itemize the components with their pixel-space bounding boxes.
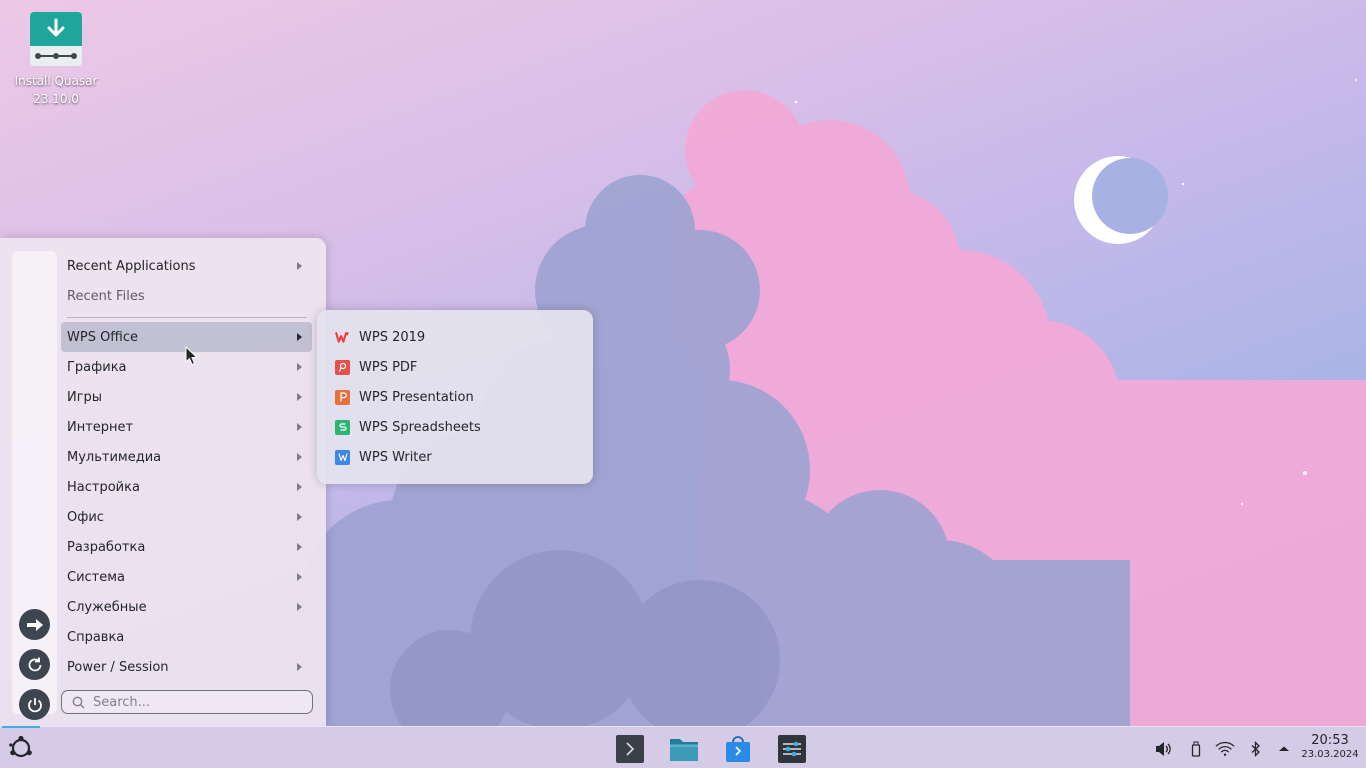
usb-icon (1191, 741, 1201, 757)
tray-expand-icon (1279, 746, 1289, 751)
menu-item-label: Служебные (67, 599, 147, 615)
menu-item-label: Разработка (67, 539, 146, 555)
submenu-item-wps-presentation[interactable]: WPS Presentation (329, 382, 583, 412)
usb-device-button[interactable] (1186, 739, 1206, 759)
search-box[interactable] (61, 690, 313, 714)
volume-button[interactable] (1154, 739, 1174, 759)
submenu-item-label: WPS 2019 (359, 329, 426, 345)
chevron-right-icon (297, 262, 302, 270)
submenu-item-label: WPS Spreadsheets (359, 419, 481, 435)
restart-icon (28, 657, 41, 671)
menu-item-system[interactable]: Система (61, 562, 312, 592)
menu-item-games[interactable]: Игры (61, 382, 312, 412)
desktop-icon-label: Install Quasar 23.10.0 (14, 74, 98, 106)
bluetooth-icon (1251, 741, 1260, 757)
shutdown-button[interactable] (19, 689, 50, 720)
clock-date: 23.03.2024 (1301, 749, 1359, 760)
search-icon (72, 696, 85, 708)
logout-arrow-icon (26, 618, 43, 631)
menu-item-development[interactable]: Разработка (61, 532, 312, 562)
chevron-right-icon (297, 663, 302, 671)
taskbar: 20:53 23.03.2024 (0, 726, 1366, 768)
file-manager-button[interactable] (669, 734, 699, 764)
submenu-item-wps-2019[interactable]: WPS 2019 (329, 322, 583, 352)
submenu-item-label: WPS Writer (359, 449, 432, 465)
menu-item-internet[interactable]: Интернет (61, 412, 312, 442)
menu-item-power-session[interactable]: Power / Session (61, 652, 312, 682)
wps-presentation-icon (335, 389, 350, 405)
application-launcher-button[interactable] (0, 726, 42, 768)
wps-pdf-icon (335, 359, 350, 375)
terminal-icon (616, 735, 644, 763)
search-input[interactable] (93, 694, 293, 710)
menu-item-label: Recent Files (67, 288, 145, 304)
bluetooth-button[interactable] (1246, 739, 1266, 759)
submenu-item-wps-spreadsheets[interactable]: WPS Spreadsheets (329, 412, 583, 442)
menu-item-label: Игры (67, 389, 103, 405)
menu-item-label: Офис (67, 509, 104, 525)
submenu-item-wps-writer[interactable]: WPS Writer (329, 442, 583, 472)
mouse-cursor-icon (185, 345, 199, 370)
chevron-right-icon (297, 423, 302, 431)
submenu-item-label: WPS Presentation (359, 389, 474, 405)
launcher-logo-icon (9, 735, 32, 758)
wps-office-submenu: WPS 2019 WPS PDF WPS Presentation WPS Sp… (317, 310, 593, 484)
wifi-button[interactable] (1215, 739, 1235, 759)
application-menu: Recent Applications Recent Files WPS Off… (0, 238, 326, 726)
menu-item-multimedia[interactable]: Мультимедиа (61, 442, 312, 472)
chevron-right-icon (297, 363, 302, 371)
clock-time: 20:53 (1311, 733, 1349, 748)
volume-icon (1156, 742, 1171, 756)
menu-item-label: Система (67, 569, 126, 585)
menu-item-label: Настройка (67, 479, 140, 495)
chevron-right-icon (297, 393, 302, 401)
menu-item-label: Интернет (67, 419, 134, 435)
wps-writer-icon (335, 449, 350, 465)
menu-item-recent-applications[interactable]: Recent Applications (61, 251, 312, 281)
wps-office-icon (335, 330, 350, 345)
menu-item-label: Power / Session (67, 659, 169, 675)
submenu-item-wps-pdf[interactable]: WPS PDF (329, 352, 583, 382)
settings-icon (778, 735, 806, 763)
menu-item-help[interactable]: Справка (61, 622, 312, 652)
menu-item-label: Справка (67, 629, 125, 645)
wps-spreadsheets-icon (335, 419, 350, 435)
chevron-right-icon (297, 483, 302, 491)
wifi-icon (1215, 741, 1235, 756)
chevron-right-icon (297, 603, 302, 611)
clock[interactable]: 20:53 23.03.2024 (1300, 733, 1360, 761)
menu-item-label: Мультимедиа (67, 449, 162, 465)
chevron-right-icon (297, 513, 302, 521)
submenu-item-label: WPS PDF (359, 359, 418, 375)
menu-separator (67, 317, 307, 318)
menu-item-office[interactable]: Офис (61, 502, 312, 532)
file-manager-icon (670, 739, 698, 761)
chevron-right-icon (297, 573, 302, 581)
download-installer-icon (28, 10, 84, 68)
restart-button[interactable] (19, 649, 50, 680)
menu-item-recent-files[interactable]: Recent Files (61, 281, 312, 311)
desktop-icon-install[interactable]: Install Quasar 23.10.0 (8, 10, 104, 108)
power-icon (27, 697, 42, 712)
software-store-button[interactable] (723, 734, 753, 764)
menu-item-settings[interactable]: Настройка (61, 472, 312, 502)
menu-sidebar (12, 251, 57, 720)
menu-item-label: Recent Applications (67, 258, 196, 274)
chevron-right-icon (297, 333, 302, 341)
chevron-right-icon (297, 543, 302, 551)
settings-button[interactable] (777, 734, 807, 764)
menu-item-label: Графика (67, 359, 127, 375)
menu-item-utilities[interactable]: Служебные (61, 592, 312, 622)
chevron-right-icon (297, 453, 302, 461)
software-store-icon (726, 736, 750, 762)
terminal-button[interactable] (615, 734, 645, 764)
tray-expand-button[interactable] (1274, 739, 1294, 759)
menu-item-label: WPS Office (67, 329, 139, 345)
logout-button[interactable] (19, 609, 50, 640)
